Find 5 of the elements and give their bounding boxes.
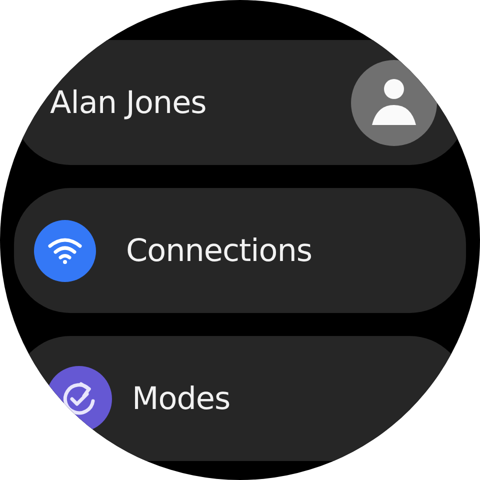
settings-item[interactable]: Connections (14, 188, 466, 313)
settings-label: Modes (132, 380, 230, 416)
settings-label: Connections (126, 232, 312, 268)
profile-name: Alan Jones (50, 84, 206, 120)
wifi-icon (48, 236, 82, 264)
